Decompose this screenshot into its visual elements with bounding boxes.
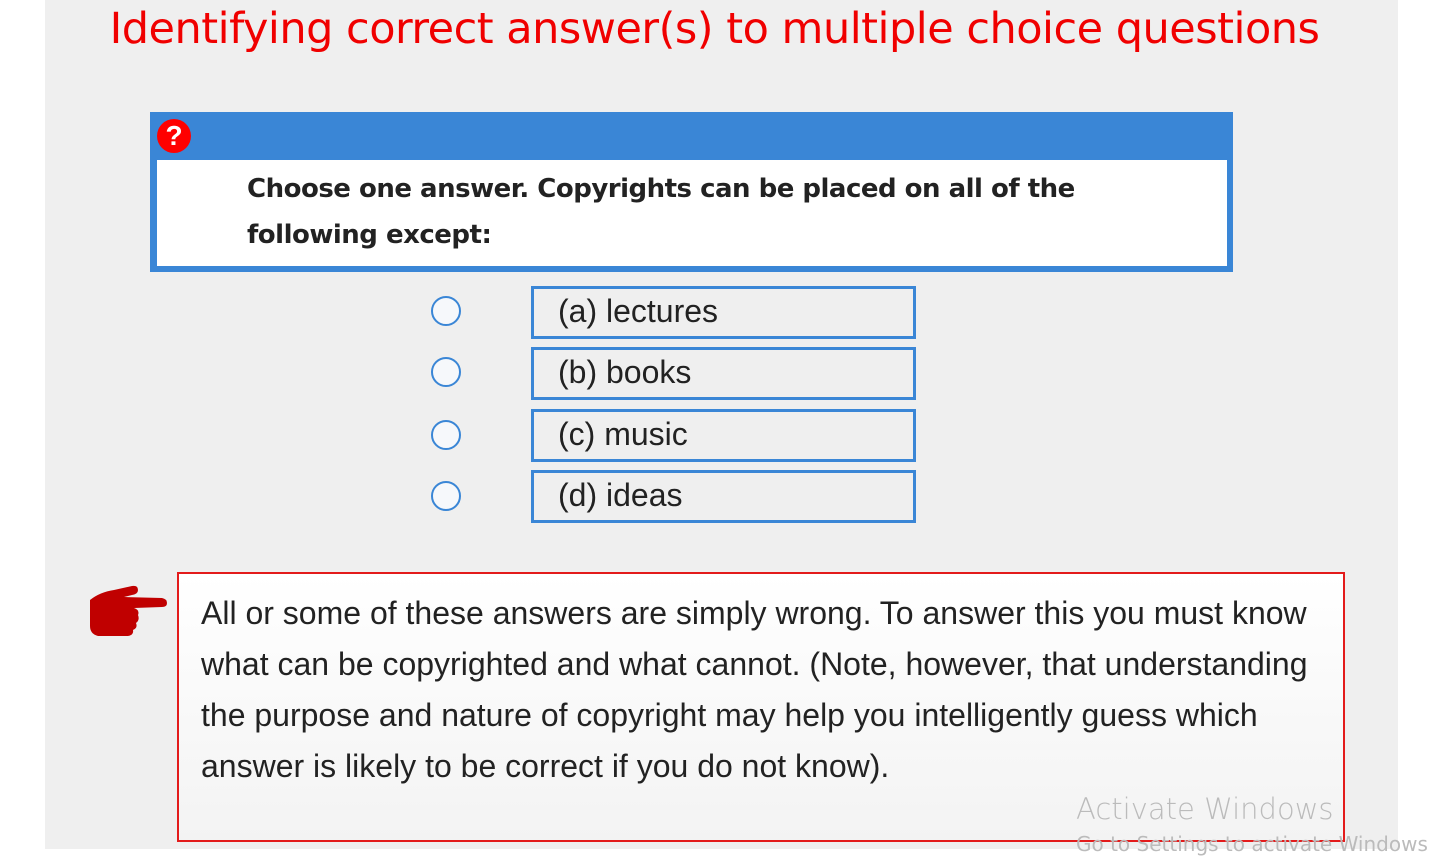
option-b[interactable]: (b) books <box>531 347 916 400</box>
note-text: All or some of these answers are simply … <box>201 595 1308 784</box>
activate-windows-subtext: Go to Settings to activate Windows <box>1076 832 1428 856</box>
radio-option-d[interactable] <box>431 481 461 511</box>
option-c[interactable]: (c) music <box>531 409 916 462</box>
option-d[interactable]: (d) ideas <box>531 470 916 523</box>
activate-windows-watermark: Activate Windows <box>1076 792 1334 826</box>
pointing-hand-icon <box>90 585 167 636</box>
question-box: ? Choose one answer. Copyrights can be p… <box>150 112 1233 272</box>
question-body: Choose one answer. Copyrights can be pla… <box>157 160 1227 266</box>
page-title: Identifying correct answer(s) to multipl… <box>109 4 1320 54</box>
question-text: Choose one answer. Copyrights can be pla… <box>247 174 1075 250</box>
question-circle-icon: ? <box>157 119 191 153</box>
radio-option-a[interactable] <box>431 296 461 326</box>
option-a[interactable]: (a) lectures <box>531 286 916 339</box>
radio-option-c[interactable] <box>431 420 461 450</box>
radio-option-b[interactable] <box>431 357 461 387</box>
